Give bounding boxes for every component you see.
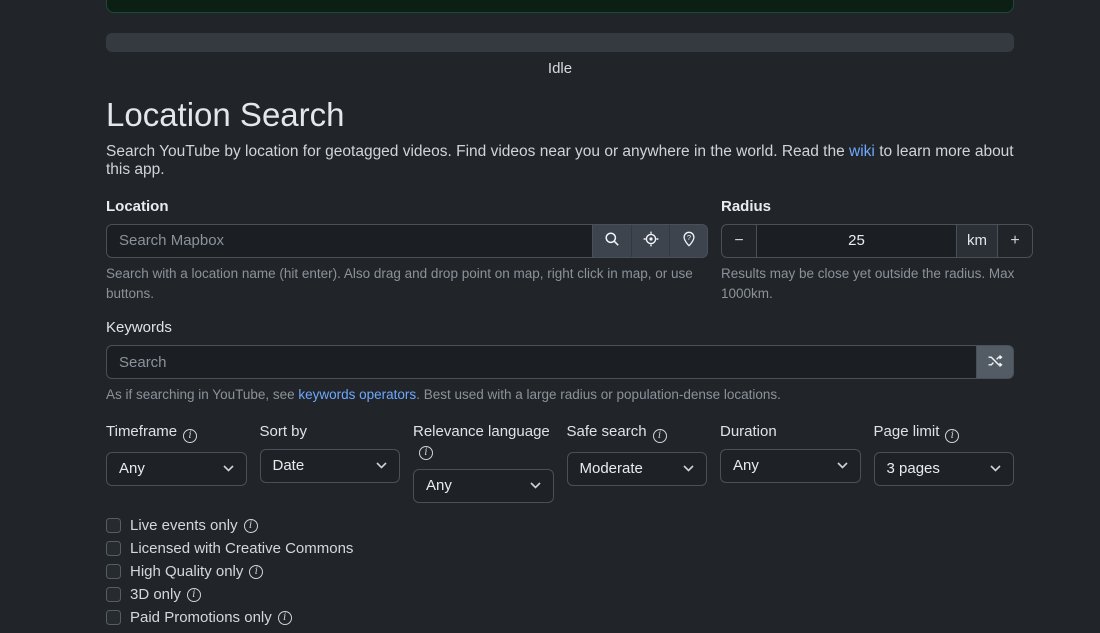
live-events-info-icon[interactable] — [244, 519, 258, 533]
location-button-group: ? — [593, 224, 708, 258]
location-field-group: Location ? — [106, 198, 708, 303]
creative-commons-label: Licensed with Creative Commons — [130, 540, 353, 557]
radius-increment-button[interactable]: + — [997, 224, 1033, 258]
page-limit-label: Page limit — [874, 423, 940, 440]
check-creative-commons: Licensed with Creative Commons — [106, 541, 1014, 557]
log-console-box — [106, 0, 1014, 13]
page-limit-select[interactable]: 3 pages — [874, 452, 1015, 486]
location-help-text: Search with a location name (hit enter).… — [106, 264, 708, 303]
search-icon — [604, 231, 620, 250]
radius-value-input[interactable] — [756, 224, 957, 258]
filter-timeframe: Timeframe Any — [106, 423, 247, 503]
duration-select-value: Any — [733, 457, 837, 474]
filter-duration: Duration Any — [720, 423, 861, 503]
filter-safe-search: Safe search Moderate — [567, 423, 708, 503]
check-paid-promotions: Paid Promotions only — [106, 610, 1014, 626]
keywords-label: Keywords — [106, 319, 1014, 336]
map-pin-help-button[interactable]: ? — [669, 225, 707, 257]
sort-by-select[interactable]: Date — [260, 449, 401, 483]
live-events-only-label: Live events only — [130, 517, 238, 534]
wiki-link[interactable]: wiki — [849, 143, 875, 160]
keywords-help-before: As if searching in YouTube, see — [106, 387, 298, 402]
radius-field-group: Radius − km + Results may be close yet o… — [721, 198, 1033, 303]
safe-search-info-icon[interactable] — [653, 429, 667, 443]
3d-only-info-icon[interactable] — [187, 588, 201, 602]
paid-promotions-only-label: Paid Promotions only — [130, 609, 272, 626]
radius-unit-label: km — [956, 224, 998, 258]
timeframe-label: Timeframe — [106, 423, 177, 440]
safe-search-label: Safe search — [567, 423, 647, 440]
options-checkbox-list: Live events only Licensed with Creative … — [106, 518, 1014, 626]
shuffle-icon — [987, 353, 1003, 372]
chevron-down-icon — [683, 465, 694, 472]
relevance-language-label: Relevance language — [413, 423, 550, 440]
page-limit-select-value: 3 pages — [887, 460, 991, 477]
chevron-down-icon — [530, 482, 541, 489]
sort-by-select-value: Date — [273, 457, 377, 474]
chevron-down-icon — [837, 462, 848, 469]
radius-help-text: Results may be close yet outside the rad… — [721, 264, 1033, 303]
relevance-language-select-value: Any — [426, 477, 530, 494]
duration-label: Duration — [720, 423, 777, 440]
keywords-field-group: Keywords As if searching in YouTube, see… — [106, 319, 1014, 405]
check-3d-only: 3D only — [106, 587, 1014, 603]
filter-page-limit: Page limit 3 pages — [874, 423, 1015, 503]
filter-relevance-language: Relevance language Any — [413, 423, 554, 503]
locate-me-button[interactable] — [631, 225, 669, 257]
relevance-language-select[interactable]: Any — [413, 469, 554, 503]
progress-bar — [106, 33, 1014, 52]
radius-label: Radius — [721, 198, 1033, 215]
radius-decrement-button[interactable]: − — [721, 224, 757, 258]
radius-stepper: − km + — [721, 224, 1033, 258]
location-label: Location — [106, 198, 708, 215]
safe-search-select-value: Moderate — [580, 460, 684, 477]
chevron-down-icon — [376, 462, 387, 469]
page-description: Search YouTube by location for geotagged… — [106, 143, 1014, 179]
filters-row: Timeframe Any Sort by Date Relevance lan… — [106, 423, 1014, 503]
chevron-down-icon — [990, 465, 1001, 472]
chevron-down-icon — [223, 465, 234, 472]
svg-text:?: ? — [686, 233, 690, 242]
3d-only-label: 3D only — [130, 586, 181, 603]
random-keywords-button[interactable] — [977, 345, 1014, 379]
paid-promotions-only-checkbox[interactable] — [106, 610, 121, 625]
filter-sort-by: Sort by Date — [260, 423, 401, 503]
relevance-language-info-icon[interactable] — [419, 446, 433, 460]
high-quality-only-label: High Quality only — [130, 563, 243, 580]
page-container: Idle Location Search Search YouTube by l… — [106, 0, 1014, 633]
keywords-input[interactable] — [106, 345, 977, 379]
duration-select[interactable]: Any — [720, 449, 861, 483]
locate-crosshair-icon — [643, 231, 659, 250]
timeframe-select[interactable]: Any — [106, 452, 247, 486]
sort-by-label: Sort by — [260, 423, 308, 440]
keywords-operators-link[interactable]: keywords operators — [298, 387, 416, 402]
search-button[interactable] — [593, 225, 631, 257]
keywords-help-text: As if searching in YouTube, see keywords… — [106, 385, 1014, 405]
live-events-only-checkbox[interactable] — [106, 518, 121, 533]
status-text: Idle — [106, 60, 1014, 77]
check-high-quality: High Quality only — [106, 564, 1014, 580]
creative-commons-checkbox[interactable] — [106, 541, 121, 556]
3d-only-checkbox[interactable] — [106, 587, 121, 602]
map-pin-question-icon: ? — [681, 231, 697, 250]
high-quality-only-checkbox[interactable] — [106, 564, 121, 579]
timeframe-select-value: Any — [119, 460, 223, 477]
high-quality-info-icon[interactable] — [249, 565, 263, 579]
page-title: Location Search — [106, 96, 1014, 134]
safe-search-select[interactable]: Moderate — [567, 452, 708, 486]
location-search-input[interactable] — [106, 224, 593, 258]
description-text: Search YouTube by location for geotagged… — [106, 143, 849, 160]
timeframe-info-icon[interactable] — [183, 429, 197, 443]
check-live-events: Live events only — [106, 518, 1014, 534]
page-limit-info-icon[interactable] — [945, 429, 959, 443]
paid-promotions-info-icon[interactable] — [278, 611, 292, 625]
keywords-help-after: . Best used with a large radius or popul… — [416, 387, 781, 402]
